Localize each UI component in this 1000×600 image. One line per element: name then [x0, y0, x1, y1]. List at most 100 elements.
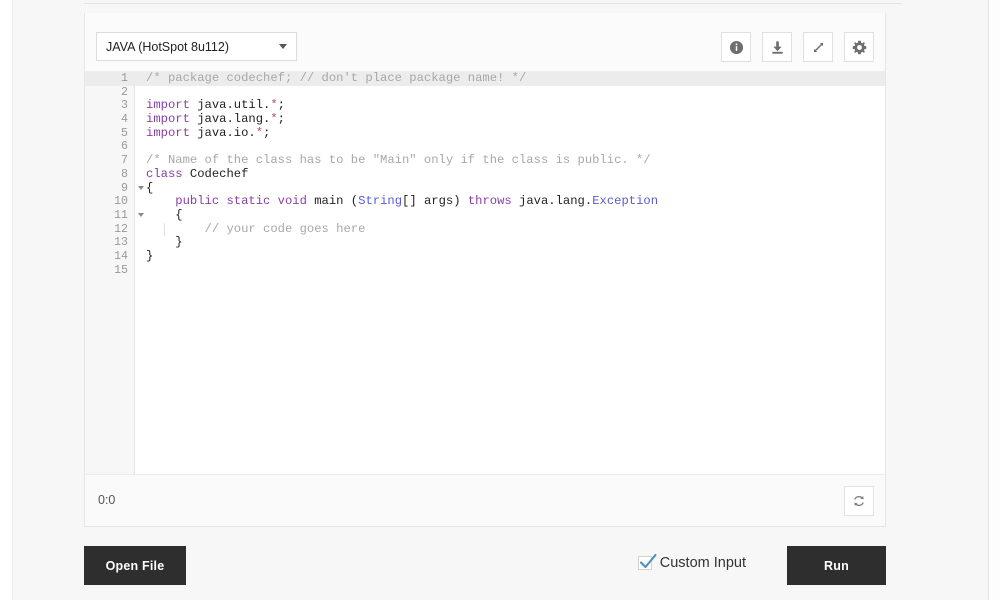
ide-panel: JAVA (HotSpot 8u112)	[84, 13, 886, 527]
line-number: 15	[85, 264, 134, 278]
code-token: throws	[468, 194, 512, 208]
line-text: {	[134, 182, 885, 196]
code-token: main (	[307, 194, 358, 208]
code-token	[146, 194, 175, 208]
fullscreen-button[interactable]	[803, 32, 833, 62]
code-line[interactable]: 1/* package codechef; // don't place pac…	[85, 72, 885, 86]
reset-code-button[interactable]	[844, 486, 874, 516]
code-line[interactable]: 4import java.lang.*;	[85, 113, 885, 127]
gear-icon	[852, 40, 867, 55]
code-token: *	[256, 126, 263, 140]
line-number: 9	[85, 182, 134, 196]
code-line[interactable]: 14}	[85, 250, 885, 264]
line-text: /* package codechef; // don't place pack…	[134, 72, 885, 86]
download-icon	[770, 40, 785, 55]
code-token: import	[146, 112, 190, 126]
info-icon	[729, 40, 744, 55]
line-number: 14	[85, 250, 134, 264]
code-token: // your code goes here	[205, 222, 366, 236]
code-content[interactable]: 1/* package codechef; // don't place pac…	[85, 72, 885, 474]
indent-guide	[164, 223, 165, 237]
refresh-icon	[852, 494, 866, 508]
download-button[interactable]	[762, 32, 792, 62]
open-file-button[interactable]: Open File	[84, 546, 186, 585]
fold-triangle-icon[interactable]	[138, 213, 144, 217]
code-token: String	[358, 194, 402, 208]
line-text: class Codechef	[134, 168, 885, 182]
check-icon	[637, 550, 659, 572]
action-bar: Open File Custom Input Run	[84, 546, 886, 585]
line-text: import java.lang.*;	[134, 113, 885, 127]
line-text: import java.io.*;	[134, 127, 885, 141]
line-number: 2	[85, 86, 134, 100]
code-line[interactable]: 9{	[85, 182, 885, 196]
line-number: 13	[85, 236, 134, 250]
page-right-scrollbar[interactable]	[988, 0, 1000, 600]
line-text: {	[134, 209, 885, 223]
code-line[interactable]: 15	[85, 264, 885, 278]
code-token: import	[146, 126, 190, 140]
line-text: }	[134, 250, 885, 264]
line-text: /* Name of the class has to be "Main" on…	[134, 154, 885, 168]
line-number: 8	[85, 168, 134, 182]
code-token: {	[146, 181, 153, 195]
info-button[interactable]	[721, 32, 751, 62]
language-select-value: JAVA (HotSpot 8u112)	[106, 40, 273, 54]
line-number: 4	[85, 113, 134, 127]
custom-input-label: Custom Input	[660, 555, 746, 571]
run-button[interactable]: Run	[787, 546, 886, 585]
language-select[interactable]: JAVA (HotSpot 8u112)	[96, 32, 297, 61]
code-token: java.lang.	[512, 194, 592, 208]
code-token: ;	[278, 112, 285, 126]
code-line[interactable]: 12 // your code goes here	[85, 223, 885, 237]
settings-button[interactable]	[844, 32, 874, 62]
editor-toolbar: JAVA (HotSpot 8u112)	[85, 13, 885, 71]
code-token: {	[146, 208, 183, 222]
code-token: [] args)	[402, 194, 468, 208]
code-token: ;	[278, 98, 285, 112]
expand-icon	[811, 40, 826, 55]
custom-input-toggle[interactable]: Custom Input	[638, 555, 746, 571]
code-editor[interactable]: 1/* package codechef; // don't place pac…	[85, 71, 885, 474]
custom-input-checkbox[interactable]	[638, 556, 652, 570]
line-number: 7	[85, 154, 134, 168]
code-line[interactable]: 3import java.util.*;	[85, 99, 885, 113]
cursor-position: 0:0	[98, 493, 115, 507]
code-token: java.lang.	[190, 112, 270, 126]
code-token	[146, 222, 205, 236]
code-token: public static void	[175, 194, 307, 208]
code-token: java.io.	[190, 126, 256, 140]
line-number: 11	[85, 209, 134, 223]
code-token: /* package codechef; // don't place pack…	[146, 71, 526, 85]
code-line[interactable]: 2	[85, 86, 885, 100]
fold-triangle-icon[interactable]	[138, 186, 144, 190]
code-token: *	[270, 98, 277, 112]
line-text	[134, 140, 885, 154]
code-token: Exception	[592, 194, 658, 208]
line-number: 12	[85, 223, 134, 237]
code-line[interactable]: 7 /* Name of the class has to be "Main" o…	[85, 154, 885, 168]
editor-status-bar: 0:0	[85, 474, 885, 526]
code-line[interactable]: 8class Codechef	[85, 168, 885, 182]
code-token: }	[146, 235, 183, 249]
code-token: import	[146, 98, 190, 112]
code-token: java.util.	[190, 98, 270, 112]
line-text: public static void main (String[] args) …	[134, 195, 885, 209]
line-text: // your code goes here	[134, 223, 885, 237]
code-line[interactable]: 10 public static void main (String[] arg…	[85, 195, 885, 209]
line-number: 5	[85, 127, 134, 141]
code-line[interactable]: 6	[85, 140, 885, 154]
code-token: }	[146, 249, 153, 263]
code-token: Codechef	[183, 167, 249, 181]
page-left-rail	[0, 0, 13, 600]
top-divider	[84, 3, 902, 4]
line-number: 6	[85, 140, 134, 154]
code-token: *	[270, 112, 277, 126]
code-line[interactable]: 13 }	[85, 236, 885, 250]
line-text	[134, 264, 885, 278]
code-token: /* Name of the class has to be "Main" on…	[146, 153, 651, 167]
code-line[interactable]: 5import java.io.*;	[85, 127, 885, 141]
code-line[interactable]: 11 {	[85, 209, 885, 223]
line-text: }	[134, 236, 885, 250]
line-number: 10	[85, 195, 134, 209]
